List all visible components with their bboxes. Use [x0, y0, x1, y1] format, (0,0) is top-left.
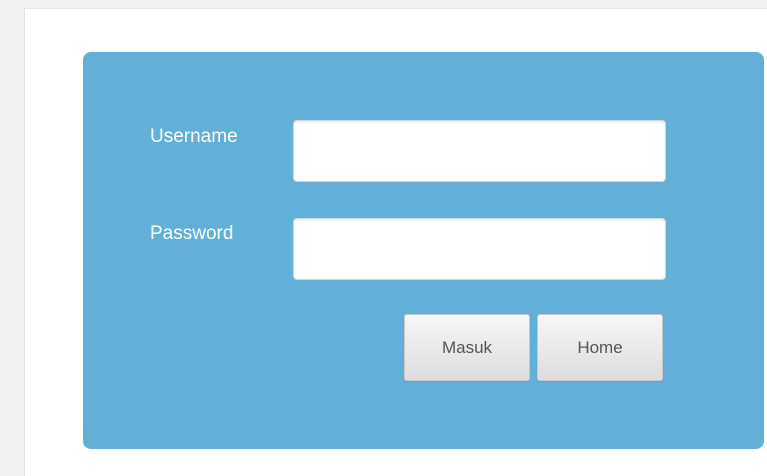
login-panel: Username Password Masuk Home: [83, 52, 764, 449]
content-area: Username Password Masuk Home: [24, 8, 767, 476]
password-label: Password: [150, 223, 234, 244]
home-button[interactable]: Home: [537, 314, 663, 381]
password-input[interactable]: [293, 218, 666, 280]
login-button[interactable]: Masuk: [404, 314, 530, 381]
username-label: Username: [150, 126, 238, 147]
username-input[interactable]: [293, 120, 666, 182]
